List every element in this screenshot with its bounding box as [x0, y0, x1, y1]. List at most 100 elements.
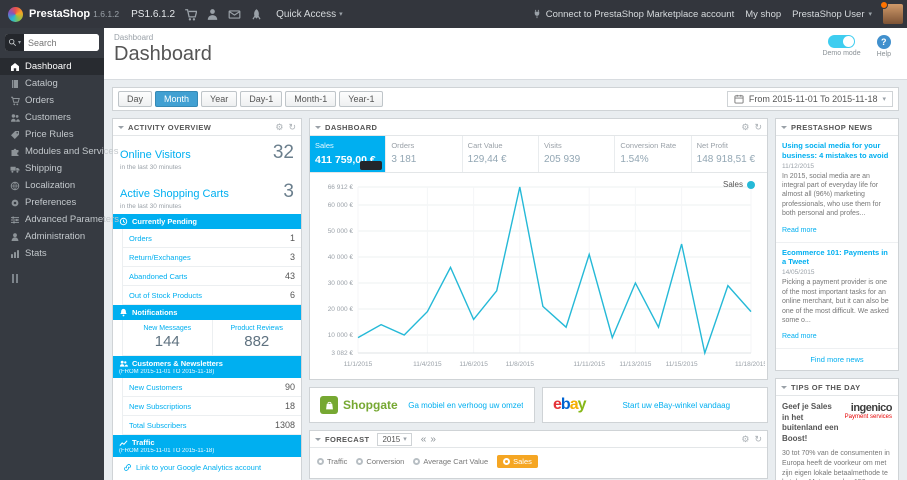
legend-dot-icon [747, 180, 755, 189]
sidebar-item-catalog[interactable]: Catalog [0, 75, 104, 92]
shopgate-logo[interactable]: Shopgate [320, 396, 398, 414]
sidebar-item-preferences[interactable]: Preferences [0, 194, 104, 211]
collapse-panel-icon[interactable] [781, 125, 787, 132]
chart-legend-sales[interactable]: Sales [723, 180, 755, 189]
customers-newsletters-header: Customers & Newsletters (FROM 2015-11-01… [113, 356, 301, 378]
demo-mode-toggle[interactable]: Demo mode [822, 35, 861, 58]
sidebar-collapse-button[interactable] [0, 262, 104, 283]
collapse-panel-icon[interactable] [118, 125, 124, 132]
activity-overview-panel: ACTIVITY OVERVIEW ⚙ ↻ Online Visitors 32… [112, 118, 302, 480]
filter-day-1-button[interactable]: Day-1 [240, 91, 283, 107]
kpi-visits-tab[interactable]: Visits 205 939 [539, 136, 616, 172]
kpi-sales-tab[interactable]: Sales 411 759,00 € [310, 136, 387, 172]
customer-icon[interactable] [206, 8, 219, 21]
refresh-icon[interactable]: ↻ [754, 434, 762, 444]
chevron-down-icon: ▾ [339, 11, 343, 18]
row-value: 6 [289, 290, 295, 300]
forecast-toggle-traffic[interactable]: Traffic [317, 457, 347, 466]
read-more-link[interactable]: Read more [782, 333, 817, 340]
ebay-logo[interactable]: ebay [553, 396, 586, 414]
new-subscriptions-row[interactable]: New Subscriptions 18 [122, 397, 301, 416]
find-more-news-link[interactable]: Find more news [776, 349, 898, 370]
sidebar-item-stats[interactable]: Stats [0, 245, 104, 262]
shopgate-link[interactable]: Ga mobiel en verhoog uw omzet [398, 401, 523, 410]
help-button[interactable]: ? Help [877, 35, 891, 58]
user-menu[interactable]: PrestaShop User ▾ [792, 9, 872, 20]
sidebar-item-orders[interactable]: Orders [0, 92, 104, 109]
pending-orders-row[interactable]: Orders 1 [122, 229, 301, 248]
sidebar-item-localization[interactable]: Localization [0, 177, 104, 194]
sidebar-item-price-rules[interactable]: Price Rules [0, 126, 104, 143]
next-arrow-icon[interactable]: » [430, 434, 436, 445]
avatar[interactable] [880, 1, 903, 24]
rocket-icon[interactable] [250, 8, 263, 21]
gear-icon[interactable]: ⚙ [275, 122, 283, 132]
sidebar-item-shipping[interactable]: Shipping [0, 160, 104, 177]
kpi-label: Conversion Rate [620, 141, 677, 150]
google-analytics-link[interactable]: Link to your Google Analytics account [113, 457, 301, 480]
new-messages-cell[interactable]: New Messages 144 [123, 320, 212, 355]
search-input[interactable] [24, 34, 99, 51]
row-label: Return/Exchanges [129, 252, 191, 262]
forecast-toggle-average-cart-value[interactable]: Average Cart Value [413, 457, 488, 466]
refresh-icon[interactable]: ↻ [754, 122, 762, 132]
filter-month-1-button[interactable]: Month-1 [285, 91, 337, 107]
gear-icon[interactable]: ⚙ [741, 434, 749, 444]
kpi-orders-tab[interactable]: Orders 3 181 [386, 136, 463, 172]
filter-day-button[interactable]: Day [118, 91, 153, 107]
online-visitors-label[interactable]: Online Visitors [120, 149, 191, 161]
cart-icon[interactable] [184, 8, 198, 21]
sidebar-item-advanced-parameters[interactable]: Advanced Parameters [0, 211, 119, 228]
quick-access-menu[interactable]: Quick Access ▾ [276, 9, 343, 20]
product-reviews-cell[interactable]: Product Reviews 882 [211, 320, 302, 355]
news-article-title[interactable]: Using social media for your business: 4 … [782, 141, 892, 161]
online-visitors-row[interactable]: Online Visitors 32 in the last 30 minute… [113, 136, 301, 175]
date-range-picker[interactable]: From 2015-11-01 To 2015-11-18 ▾ [726, 91, 893, 107]
svg-text:3 082 €: 3 082 € [331, 350, 353, 357]
active-carts-row[interactable]: Active Shopping Carts 3 in the last 30 m… [113, 175, 301, 214]
prev-arrow-icon[interactable]: « [421, 434, 427, 445]
breadcrumb[interactable]: Dashboard [114, 33, 897, 42]
gear-icon[interactable]: ⚙ [741, 122, 749, 132]
sidebar-search: ▾ [5, 34, 99, 51]
forecast-toggle-sales[interactable]: Sales [497, 455, 538, 468]
tips-of-the-day-panel: TIPS OF THE DAY Geef je Sales in het bui… [775, 378, 899, 480]
filter-year-button[interactable]: Year [201, 91, 238, 107]
online-visitors-sub: in the last 30 minutes [120, 164, 182, 171]
read-more-link[interactable]: Read more [782, 227, 817, 234]
my-shop-link[interactable]: My shop [745, 9, 781, 20]
panel-title: TIPS OF THE DAY [791, 382, 861, 392]
refresh-icon[interactable]: ↻ [288, 122, 296, 132]
forecast-toggle-conversion[interactable]: Conversion [356, 457, 404, 466]
shop-name-menu[interactable]: PS1.6.1.2 [131, 9, 175, 20]
collapse-panel-icon[interactable] [781, 385, 787, 392]
abandoned-carts-row[interactable]: Abandoned Carts 43 [122, 267, 301, 286]
search-button[interactable]: ▾ [5, 34, 24, 51]
collapse-panel-icon[interactable] [315, 437, 321, 444]
news-article-title[interactable]: Ecommerce 101: Payments in a Tweet [782, 248, 892, 268]
kpi-cart-value-tab[interactable]: Cart Value 129,44 € [463, 136, 539, 172]
prestashop-logo-icon [8, 6, 23, 22]
new-customers-row[interactable]: New Customers 90 [122, 378, 301, 397]
collapse-panel-icon[interactable] [315, 125, 321, 132]
ebay-link[interactable]: Start uw eBay-winkel vandaag [612, 401, 730, 410]
message-icon[interactable] [228, 8, 241, 21]
kpi-conversion-rate-tab[interactable]: Conversion Rate 1.54% [615, 136, 692, 172]
filter-year-1-button[interactable]: Year-1 [339, 91, 384, 107]
pending-returns-row[interactable]: Return/Exchanges 3 [122, 248, 301, 267]
news-article-date: 11/12/2015 [782, 162, 815, 170]
sidebar-item-modules[interactable]: Modules and Services [0, 143, 118, 160]
marketplace-link[interactable]: Connect to PrestaShop Marketplace accoun… [532, 9, 734, 20]
sidebar-item-dashboard[interactable]: Dashboard [0, 58, 104, 75]
ingenico-logo[interactable]: ingenico Payment services [845, 402, 893, 444]
active-carts-label[interactable]: Active Shopping Carts [120, 188, 229, 200]
forecast-year-select[interactable]: 2015 ▾ [377, 432, 412, 446]
out-of-stock-row[interactable]: Out of Stock Products 6 [122, 286, 301, 305]
filter-month-button[interactable]: Month [155, 91, 199, 107]
total-subscribers-row[interactable]: Total Subscribers 1308 [122, 416, 301, 435]
sidebar-item-customers[interactable]: Customers [0, 109, 104, 126]
kpi-net-profit-tab[interactable]: Net Profit 148 918,51 € [692, 136, 767, 172]
puzzle-icon [9, 146, 20, 157]
sidebar-item-administration[interactable]: Administration [0, 228, 104, 245]
kpi-value: 1.54% [620, 154, 649, 165]
